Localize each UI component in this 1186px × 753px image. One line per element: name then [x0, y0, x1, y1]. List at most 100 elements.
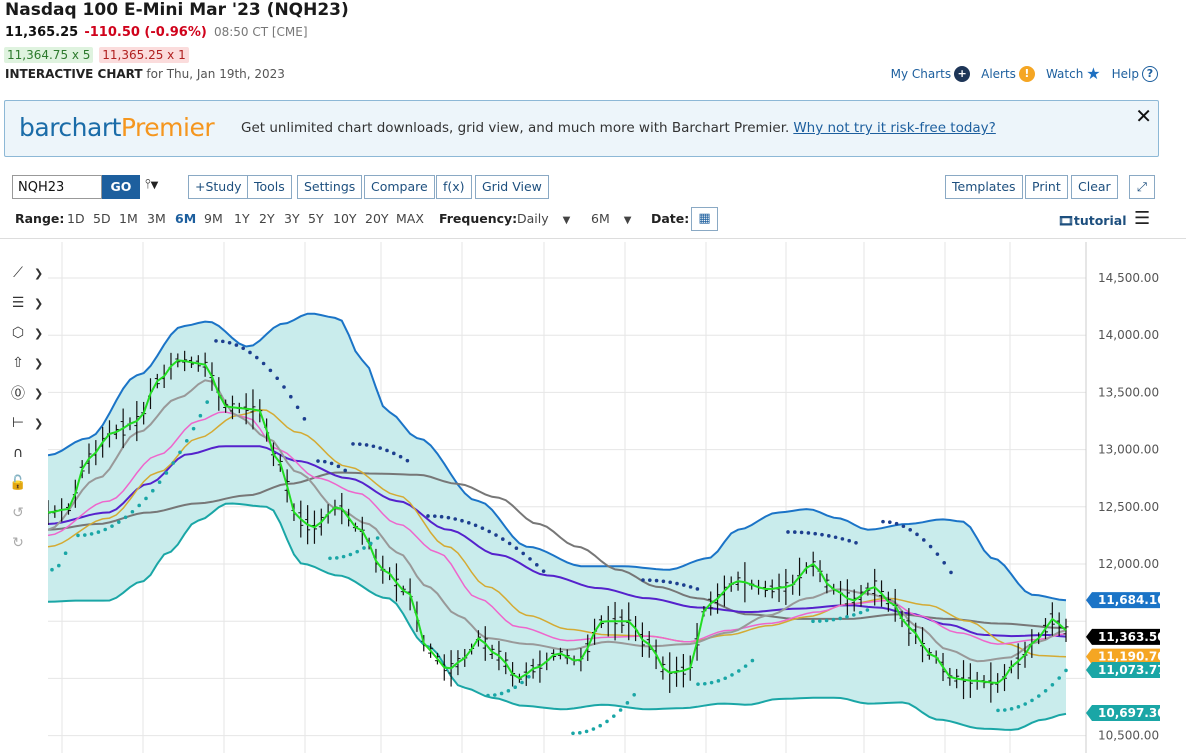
sar-dot: [625, 701, 630, 705]
line-tool[interactable]: ⟋ ❯: [6, 258, 46, 288]
sar-dot: [398, 454, 403, 459]
sar-dot: [521, 551, 525, 556]
range-2y[interactable]: 2Y: [259, 211, 275, 226]
range-5y[interactable]: 5Y: [308, 211, 324, 226]
print-button[interactable]: Print: [1025, 175, 1068, 199]
sar-dot: [838, 616, 842, 621]
tutorial-link[interactable]: 🎞tutorial: [1058, 213, 1126, 229]
tools-button[interactable]: Tools: [247, 175, 292, 199]
period-select[interactable]: 6M ▼: [591, 211, 631, 226]
fx-button[interactable]: f(x): [436, 175, 472, 199]
help-link[interactable]: Help?: [1112, 65, 1158, 82]
sar-dot: [1043, 689, 1048, 693]
close-icon[interactable]: ✕: [1135, 104, 1152, 128]
sar-dot: [439, 514, 444, 519]
watch-label: Watch: [1045, 66, 1084, 81]
price-change: -110.50 (-0.96%): [84, 25, 207, 40]
sar-dot: [506, 689, 511, 693]
my-charts-link[interactable]: My Charts +: [891, 65, 971, 82]
range-max[interactable]: MAX: [396, 211, 424, 226]
sar-dot: [198, 413, 203, 418]
sar-dot: [1023, 702, 1027, 706]
chevron-down-icon: ▼: [562, 215, 571, 226]
svg-text:10,697.30: 10,697.30: [1098, 706, 1166, 720]
price-tag: 11,073.77: [1086, 661, 1166, 678]
quote-time: 08:50 CT [CME]: [213, 25, 308, 39]
bar-type-select[interactable]: ⫯▼: [145, 177, 158, 192]
alerts-label: Alerts: [981, 66, 1016, 81]
fib-tool[interactable]: ☰ ❯: [6, 288, 46, 318]
add-study-button[interactable]: +Study: [188, 175, 249, 199]
range-10y[interactable]: 10Y: [333, 211, 357, 226]
logo-premier: Premier: [120, 113, 215, 142]
price-axis-label: 12,500.00: [1098, 500, 1159, 514]
range-3y[interactable]: 3Y: [284, 211, 300, 226]
go-button[interactable]: GO: [102, 175, 140, 199]
sar-dot: [1037, 694, 1041, 698]
sar-dot: [110, 524, 114, 528]
calendar-icon[interactable]: ▦: [691, 207, 718, 231]
measure-tool[interactable]: ⊢ ❯: [6, 408, 46, 438]
sar-dot: [1050, 683, 1055, 687]
sar-dot: [467, 521, 471, 525]
sar-dot: [227, 340, 232, 345]
shape-tool[interactable]: ⬡ ❯: [6, 318, 46, 348]
price-chart[interactable]: 14,500.00 14,000.00 13,500.00 13,000.00 12,5…: [48, 242, 1186, 753]
sar-dot: [507, 541, 512, 546]
sar-dot: [96, 530, 101, 534]
sar-dot: [378, 446, 383, 450]
range-6m[interactable]: 6M: [175, 211, 196, 226]
sar-dot: [341, 554, 346, 559]
frequency-select[interactable]: Daily ▼: [517, 211, 570, 226]
sar-dot: [881, 519, 885, 524]
sar-dot: [591, 727, 596, 731]
trendline-icon: ⟋: [13, 265, 23, 281]
undo-tool[interactable]: ↺: [6, 498, 46, 528]
sar-dot: [248, 350, 252, 355]
range-1m[interactable]: 1M: [119, 211, 138, 226]
range-label: Range:: [15, 211, 65, 226]
sar-dot: [831, 617, 836, 622]
range-5d[interactable]: 5D: [93, 211, 111, 226]
menu-icon[interactable]: ☰: [1134, 208, 1150, 229]
sar-dot: [137, 503, 141, 508]
alerts-link[interactable]: Alerts!: [981, 65, 1035, 82]
clear-button[interactable]: Clear: [1071, 175, 1118, 199]
range-9m[interactable]: 9M: [204, 211, 223, 226]
sar-dot: [682, 583, 686, 587]
period-value: 6M: [591, 211, 610, 226]
sar-dot: [178, 450, 182, 455]
symbol-input[interactable]: [12, 175, 102, 199]
price-tags: 11,684.10 11,363.50 11,190.7011,073.77 10,6…: [1086, 592, 1166, 722]
sar-dot: [520, 680, 524, 685]
alert-icon: !: [1018, 65, 1035, 82]
range-20y[interactable]: 20Y: [365, 211, 389, 226]
settings-button[interactable]: Settings: [297, 175, 363, 199]
watch-link[interactable]: Watch ★: [1046, 64, 1101, 83]
lock-tool[interactable]: 🔓: [6, 468, 46, 498]
chart-subtitle: INTERACTIVE CHART for Thu, Jan 19th, 202…: [5, 67, 285, 81]
arrow-tool[interactable]: ⇧ ❯: [6, 348, 46, 378]
sar-dot: [1057, 676, 1061, 680]
templates-button[interactable]: Templates: [945, 175, 1023, 199]
expand-icon[interactable]: ⤢: [1129, 175, 1155, 199]
sar-dot: [703, 681, 707, 686]
range-3m[interactable]: 3M: [147, 211, 166, 226]
svg-text:11,190.70: 11,190.70: [1098, 650, 1166, 664]
text-tool[interactable]: ⓪ ❯: [6, 378, 46, 408]
range-1d[interactable]: 1D: [67, 211, 85, 226]
sar-dot: [723, 676, 727, 681]
sar-dot: [364, 443, 369, 447]
sar-dot: [164, 471, 169, 475]
compare-button[interactable]: Compare: [364, 175, 435, 199]
range-1y[interactable]: 1Y: [234, 211, 250, 226]
sar-dot: [426, 514, 430, 518]
grid-view-button[interactable]: Grid View: [475, 175, 549, 199]
magnet-tool[interactable]: ∩: [6, 438, 46, 468]
chevron-right-icon: ❯: [34, 386, 44, 400]
try-risk-free-link[interactable]: Why not try it risk-free today?: [793, 120, 996, 136]
sar-dot: [302, 417, 307, 421]
sar-dot: [840, 537, 845, 541]
sar-dot: [668, 580, 672, 585]
redo-tool[interactable]: ↻: [6, 528, 46, 558]
